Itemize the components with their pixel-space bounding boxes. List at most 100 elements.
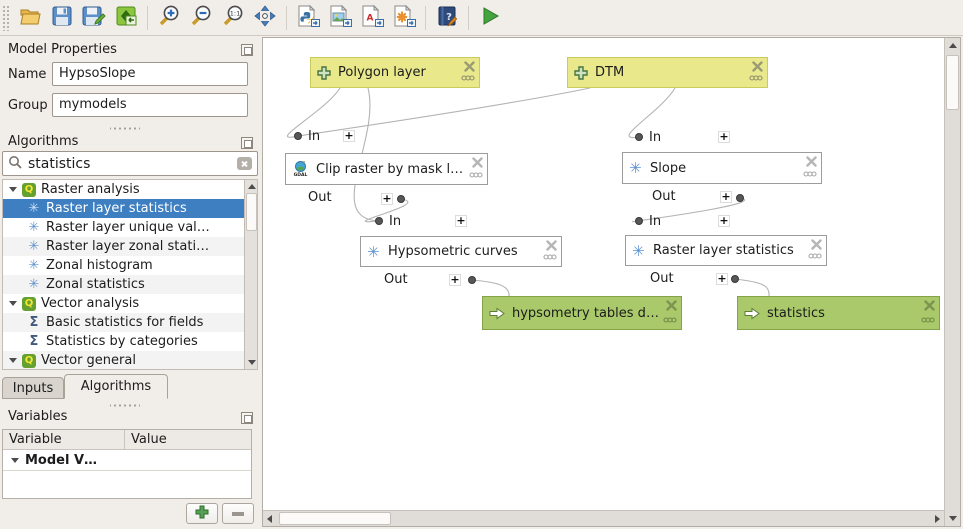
node-options-icon[interactable] (543, 249, 557, 264)
zoom-actual-button[interactable]: 1:1 (218, 3, 248, 33)
edge-rls-to-output (735, 279, 769, 296)
tree-group-raster-analysis[interactable]: Q Raster analysis (3, 180, 247, 199)
tree-item-raster-layer-unique-values[interactable]: ✳ Raster layer unique val… (3, 218, 247, 237)
scroll-right-icon[interactable] (935, 515, 940, 523)
clear-search-icon[interactable] (237, 157, 252, 170)
search-input-value[interactable]: statistics (28, 156, 237, 172)
socket-expand-icon[interactable]: + (455, 215, 467, 227)
save-model-in-project-button[interactable] (111, 3, 141, 33)
panel-splitter-handle[interactable] (110, 125, 140, 131)
toolbar-separator (468, 6, 469, 30)
algorithm-node-raster-layer-statistics[interactable]: ✳ Raster layer statistics (625, 235, 827, 266)
tree-item-basic-statistics-for-fields[interactable]: Σ Basic statistics for fields (3, 313, 247, 332)
socket-expand-icon[interactable]: + (449, 274, 461, 286)
model-canvas[interactable]: Polygon layer DTM In + GDAL Clip raster … (263, 38, 944, 510)
model-properties-title: Model Properties (8, 42, 117, 57)
tree-item-zonal-histogram[interactable]: ✳ Zonal histogram (3, 256, 247, 275)
zoom-full-button[interactable] (250, 3, 280, 33)
algorithm-node-hypsometric-curves[interactable]: ✳ Hypsometric curves (360, 236, 562, 267)
model-output-node-statistics[interactable]: statistics (737, 296, 940, 330)
scroll-left-icon[interactable] (267, 515, 272, 523)
tab-algorithms[interactable]: Algorithms (64, 374, 168, 399)
scroll-up-icon[interactable] (248, 184, 256, 189)
tree-item-label: Zonal histogram (46, 258, 153, 273)
tree-group-vector-analysis[interactable]: Q Vector analysis (3, 294, 247, 313)
run-model-button[interactable] (475, 3, 505, 33)
node-options-icon[interactable] (808, 248, 822, 263)
socket-expand-icon[interactable]: + (718, 215, 730, 227)
algorithm-node-slope[interactable]: ✳ Slope (622, 152, 822, 184)
tree-scrollbar-thumb[interactable] (246, 193, 257, 231)
save-model-as-button[interactable] (79, 3, 109, 33)
help-button[interactable]: ? (432, 3, 462, 33)
canvas-vertical-scrollbar[interactable] (944, 38, 960, 526)
tree-item-raster-layer-statistics[interactable]: ✳ Raster layer statistics (3, 199, 247, 218)
save-model-button[interactable] (47, 3, 77, 33)
undock-panel-icon[interactable] (241, 137, 253, 149)
model-group-input[interactable]: mymodels (52, 93, 248, 117)
socket-in-dot[interactable] (635, 217, 643, 225)
undock-panel-icon[interactable] (241, 412, 253, 424)
tree-group-vector-general[interactable]: Q Vector general (3, 351, 247, 370)
variables-group-row[interactable]: Model V… (3, 450, 251, 471)
input-plus-icon (317, 66, 331, 80)
panel-splitter-handle[interactable] (110, 402, 140, 408)
horizontal-scrollbar-thumb[interactable] (279, 512, 391, 525)
tree-item-statistics-by-categories[interactable]: Σ Statistics by categories (3, 332, 247, 351)
qgis-model-designer-window: 1:1 A ? Model Properties Name HypsoSlope… (0, 0, 963, 529)
remove-variable-button[interactable] (222, 503, 254, 524)
socket-expand-icon[interactable]: + (343, 130, 355, 142)
tree-item-zonal-statistics[interactable]: ✳ Zonal statistics (3, 275, 247, 294)
model-name-input[interactable]: HypsoSlope (52, 62, 248, 86)
undock-panel-icon[interactable] (241, 44, 253, 56)
export-python-button[interactable] (293, 3, 323, 33)
canvas-horizontal-scrollbar[interactable] (263, 510, 944, 526)
socket-in-dot[interactable] (294, 132, 302, 140)
socket-out-dot[interactable] (731, 275, 739, 283)
add-variable-button[interactable] (186, 503, 218, 524)
toolbar-separator (286, 6, 287, 30)
expander-icon[interactable] (9, 358, 17, 363)
node-options-icon[interactable] (749, 70, 763, 85)
socket-expand-icon[interactable]: + (718, 131, 730, 143)
vertical-scrollbar-thumb[interactable] (946, 55, 959, 110)
zoom-in-button[interactable] (154, 3, 184, 33)
tree-scrollbar[interactable] (244, 180, 257, 369)
export-image-button[interactable] (325, 3, 355, 33)
expander-icon[interactable] (9, 187, 17, 192)
model-input-node-polygon-layer[interactable]: Polygon layer (310, 57, 480, 88)
algorithm-search-box[interactable]: statistics (2, 151, 258, 176)
tree-item-raster-layer-zonal-statistics[interactable]: ✳ Raster layer zonal stati… (3, 237, 247, 256)
socket-out-dot[interactable] (736, 194, 744, 202)
socket-expand-icon[interactable]: + (381, 193, 393, 205)
export-pdf-button[interactable]: A (357, 3, 387, 33)
node-options-icon[interactable] (469, 167, 483, 182)
algorithm-gear-icon: ✳ (27, 201, 41, 216)
socket-in-label: In (649, 130, 661, 145)
scroll-down-icon[interactable] (949, 516, 957, 521)
variables-table: Variable Value Model V… (2, 429, 252, 499)
algorithm-node-clip-raster-by-mask-layer[interactable]: GDAL Clip raster by mask layer (285, 153, 488, 185)
node-options-icon[interactable] (803, 166, 817, 181)
scroll-down-icon[interactable] (248, 360, 256, 365)
svg-text:A: A (367, 13, 374, 23)
expander-icon[interactable] (11, 458, 19, 463)
toolbar-drag-handle[interactable] (2, 5, 10, 31)
expander-icon[interactable] (9, 301, 17, 306)
node-options-icon[interactable] (663, 312, 677, 327)
socket-out-dot[interactable] (468, 276, 476, 284)
node-options-icon[interactable] (921, 312, 935, 327)
socket-out-dot[interactable] (397, 195, 405, 203)
tab-inputs[interactable]: Inputs (2, 377, 64, 399)
export-svg-button[interactable] (389, 3, 419, 33)
socket-expand-icon[interactable]: + (716, 273, 728, 285)
model-input-node-dtm[interactable]: DTM (567, 57, 768, 88)
scroll-up-icon[interactable] (949, 43, 957, 48)
socket-expand-icon[interactable]: + (720, 191, 732, 203)
node-options-icon[interactable] (461, 70, 475, 85)
zoom-out-button[interactable] (186, 3, 216, 33)
socket-in-dot[interactable] (375, 217, 383, 225)
socket-in-dot[interactable] (635, 133, 643, 141)
open-model-button[interactable] (15, 3, 45, 33)
model-output-node-hypsometry-tables[interactable]: hypsometry tables dir… (482, 296, 682, 330)
